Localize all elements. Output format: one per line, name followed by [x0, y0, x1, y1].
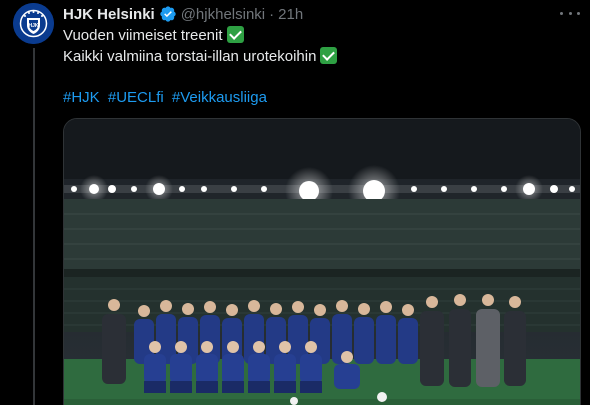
tweet-media-photo[interactable] — [63, 118, 581, 405]
author-name[interactable]: HJK Helsinki — [63, 6, 155, 23]
team-photo-image — [64, 119, 580, 405]
tweet-header: HJK Helsinki @hjkhelsinki · 21h — [63, 4, 303, 24]
more-icon[interactable] — [560, 5, 580, 21]
tweet-line-1-text: Vuoden viimeiset treenit — [63, 27, 223, 44]
tweet-text-line-1: Vuoden viimeiset treenit — [63, 26, 244, 46]
check-mark-icon — [320, 47, 338, 64]
svg-text:HJK: HJK — [28, 23, 38, 29]
hashtag-ueclfi[interactable]: #UECLfi — [108, 89, 164, 106]
hashtag-veikkausliiga[interactable]: #Veikkausliiga — [172, 89, 267, 106]
tweet-text-line-2: Kaikki valmiina torstai-illan urotekoihi… — [63, 47, 338, 67]
hashtag-hjk[interactable]: #HJK — [63, 89, 100, 106]
check-mark-icon — [226, 26, 244, 43]
avatar[interactable]: HJK — [13, 3, 54, 44]
author-handle[interactable]: @hjkhelsinki — [181, 6, 265, 23]
tweet-line-2-text: Kaikki valmiina torstai-illan urotekoihi… — [63, 48, 317, 65]
hjk-crest-icon: HJK — [13, 3, 54, 44]
verified-badge-icon — [159, 5, 177, 23]
thread-line — [33, 48, 35, 405]
timestamp[interactable]: 21h — [278, 6, 303, 23]
hashtag-row: #HJK #UECLfi #Veikkausliiga — [63, 88, 271, 108]
separator-dot: · — [269, 5, 275, 23]
